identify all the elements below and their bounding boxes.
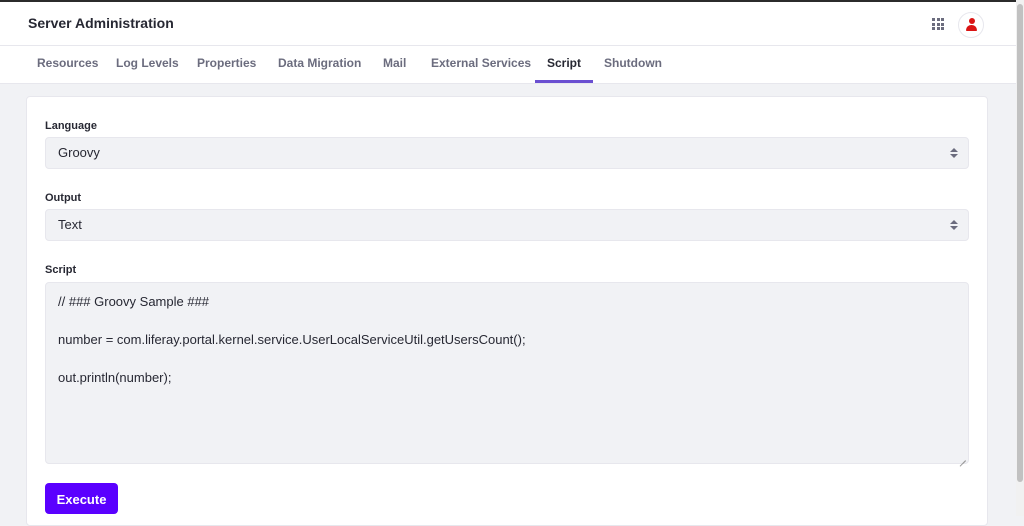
tab-resources[interactable]: Resources bbox=[37, 46, 98, 83]
page-scrollbar[interactable] bbox=[1016, 0, 1024, 516]
output-label: Output bbox=[45, 192, 82, 204]
tab-data-migration[interactable]: Data Migration bbox=[278, 46, 361, 83]
language-label: Language bbox=[45, 120, 97, 132]
tab-bar: Resources Log Levels Properties Data Mig… bbox=[0, 46, 1016, 84]
tab-external-services[interactable]: External Services bbox=[431, 46, 531, 83]
output-select[interactable]: Text bbox=[45, 209, 969, 241]
code-line: number = com.liferay.portal.kernel.servi… bbox=[58, 332, 526, 347]
execute-button[interactable]: Execute bbox=[45, 483, 118, 514]
user-avatar-button[interactable] bbox=[958, 12, 984, 38]
script-label: Script bbox=[45, 264, 77, 276]
top-bar: Server Administration bbox=[0, 0, 1016, 46]
language-select[interactable]: Groovy bbox=[45, 137, 969, 169]
script-textarea[interactable]: // ### Groovy Sample ### number = com.li… bbox=[45, 282, 969, 464]
code-line: out.println(number); bbox=[58, 370, 172, 385]
scrollbar-thumb[interactable] bbox=[1017, 4, 1023, 482]
resize-handle-icon[interactable] bbox=[958, 453, 966, 461]
code-line: // ### Groovy Sample ### bbox=[58, 294, 210, 309]
output-select-value: Text bbox=[58, 217, 82, 232]
tab-mail[interactable]: Mail bbox=[383, 46, 406, 83]
tab-script[interactable]: Script bbox=[534, 46, 594, 83]
tab-properties[interactable]: Properties bbox=[197, 46, 256, 83]
tab-shutdown[interactable]: Shutdown bbox=[604, 46, 662, 83]
page-title: Server Administration bbox=[28, 15, 174, 31]
tab-log-levels[interactable]: Log Levels bbox=[116, 46, 179, 83]
apps-grid-icon[interactable] bbox=[932, 18, 944, 30]
select-arrows-icon bbox=[950, 148, 958, 158]
language-select-value: Groovy bbox=[58, 145, 100, 160]
select-arrows-icon bbox=[950, 220, 958, 230]
